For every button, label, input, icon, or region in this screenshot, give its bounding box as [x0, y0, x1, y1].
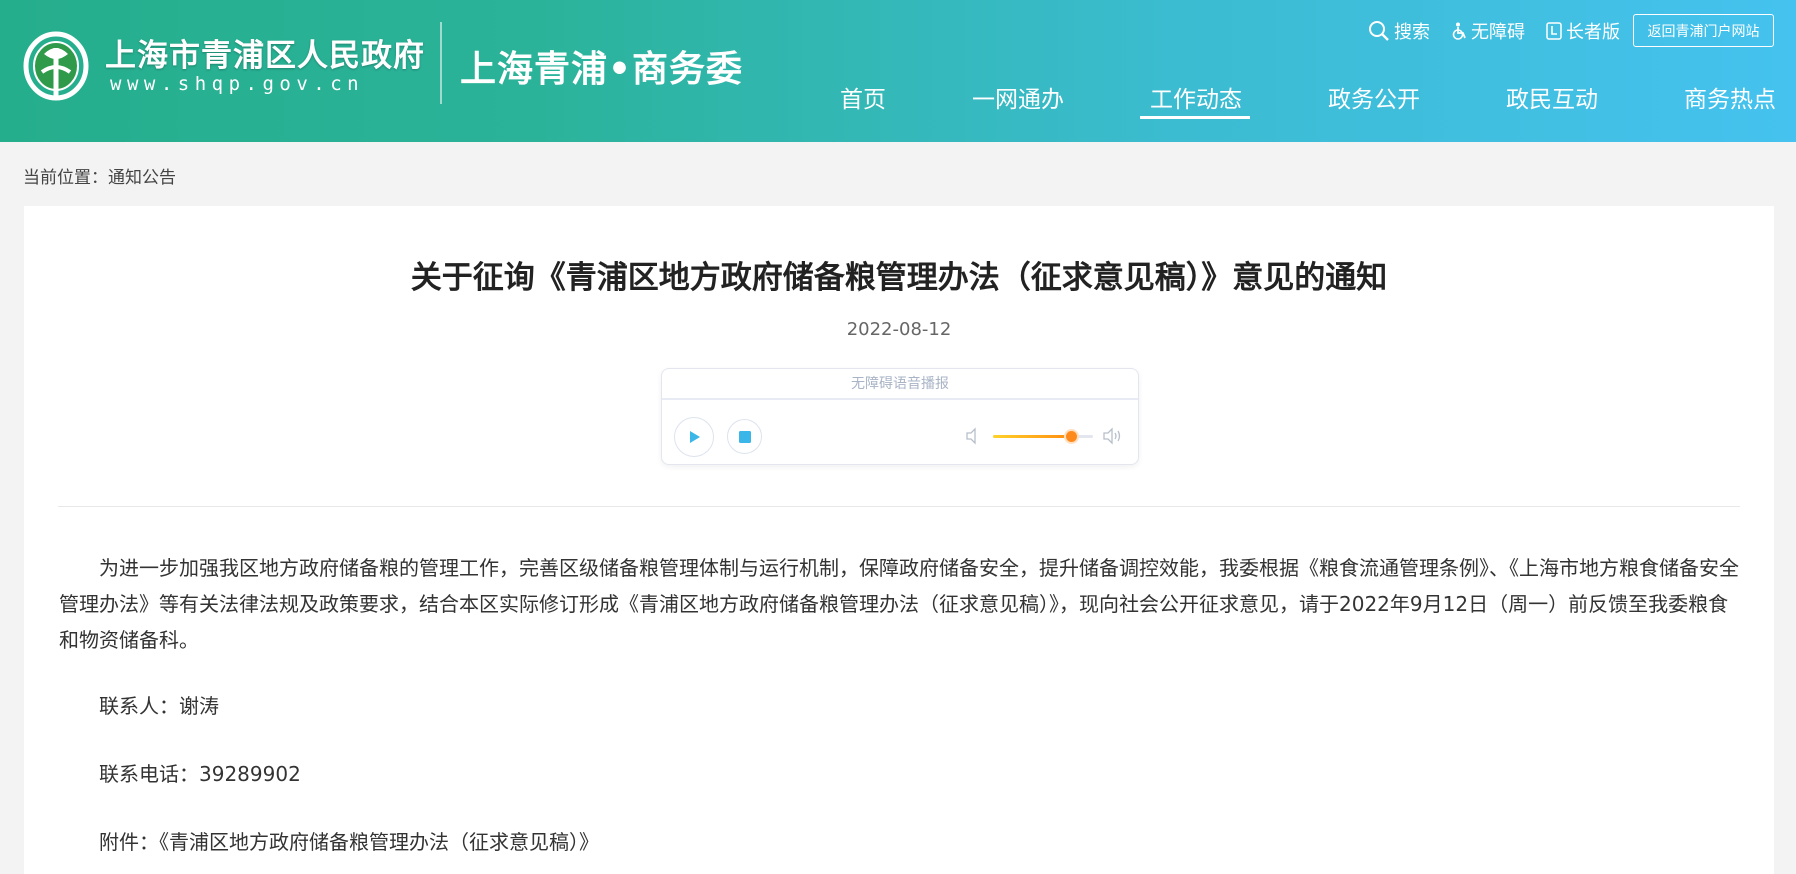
volume-slider[interactable] — [993, 431, 1093, 442]
stop-button[interactable] — [727, 419, 762, 454]
nav-one-stop-service[interactable]: 一网通办 — [972, 80, 1064, 114]
nav-active-indicator — [1140, 116, 1250, 119]
qingpu-logo-icon[interactable] — [22, 24, 94, 104]
volume-high-icon[interactable] — [1102, 427, 1124, 445]
elder-mode-icon — [1546, 22, 1562, 40]
nav-government-affairs[interactable]: 政务公开 — [1328, 80, 1420, 114]
search-link[interactable]: 搜索 — [1368, 18, 1430, 44]
volume-handle[interactable] — [1066, 431, 1077, 442]
nav-public-interaction[interactable]: 政民互动 — [1506, 80, 1598, 114]
article-date: 2022-08-12 — [846, 319, 952, 340]
search-icon — [1369, 21, 1389, 41]
content-divider — [58, 506, 1740, 507]
play-button[interactable] — [674, 417, 714, 457]
government-title[interactable]: 上海市青浦区人民政府 — [105, 30, 425, 75]
article-paragraph: 为进一步加强我区地方政府储备粮的管理工作，完善区级储备粮管理体制与运行机制，保障… — [59, 556, 1739, 652]
breadcrumb: 当前位置：通知公告 — [23, 168, 176, 188]
government-url: www.shqp.gov.cn — [110, 73, 365, 95]
attachment-link[interactable]: 附件：《青浦区地方政府储备粮管理办法（征求意见稿）》 — [99, 826, 599, 855]
volume-level — [993, 435, 1071, 438]
stop-icon — [738, 430, 751, 443]
return-portal-button[interactable]: 返回青浦门户网站 — [1633, 14, 1774, 47]
nav-home[interactable]: 首页 — [840, 80, 886, 114]
site-header: 上海市青浦区人民政府 www.shqp.gov.cn 上海青浦•商务委 搜索 无… — [0, 0, 1796, 142]
elder-mode-link[interactable]: 长者版 — [1546, 18, 1620, 44]
play-icon — [690, 431, 700, 443]
article-body: 为进一步加强我区地方政府储备粮的管理工作，完善区级储备粮管理体制与运行机制，保障… — [59, 550, 1741, 658]
accessibility-link[interactable]: 无障碍 — [1451, 18, 1525, 44]
elder-mode-label: 长者版 — [1566, 22, 1620, 43]
voice-player-label: 无障碍语音播报 — [662, 369, 1138, 400]
article-card: 关于征询《青浦区地方政府储备粮管理办法（征求意见稿）》意见的通知 2022-08… — [24, 206, 1774, 874]
nav-work-updates[interactable]: 工作动态 — [1150, 80, 1242, 114]
contact-person: 联系人：谢涛 — [99, 694, 219, 718]
accessibility-label: 无障碍 — [1471, 22, 1525, 43]
header-divider — [440, 22, 442, 104]
contact-phone: 联系电话：39289902 — [99, 762, 301, 786]
site-name[interactable]: 上海青浦•商务委 — [460, 40, 743, 92]
volume-low-icon[interactable] — [964, 427, 982, 445]
article-title: 关于征询《青浦区地方政府储备粮管理办法（征求意见稿）》意见的通知 — [410, 260, 1388, 296]
voice-player: 无障碍语音播报 — [661, 368, 1139, 465]
nav-commerce-hotspots[interactable]: 商务热点 — [1684, 80, 1776, 114]
wheelchair-icon — [1452, 22, 1466, 40]
search-label: 搜索 — [1394, 22, 1430, 43]
